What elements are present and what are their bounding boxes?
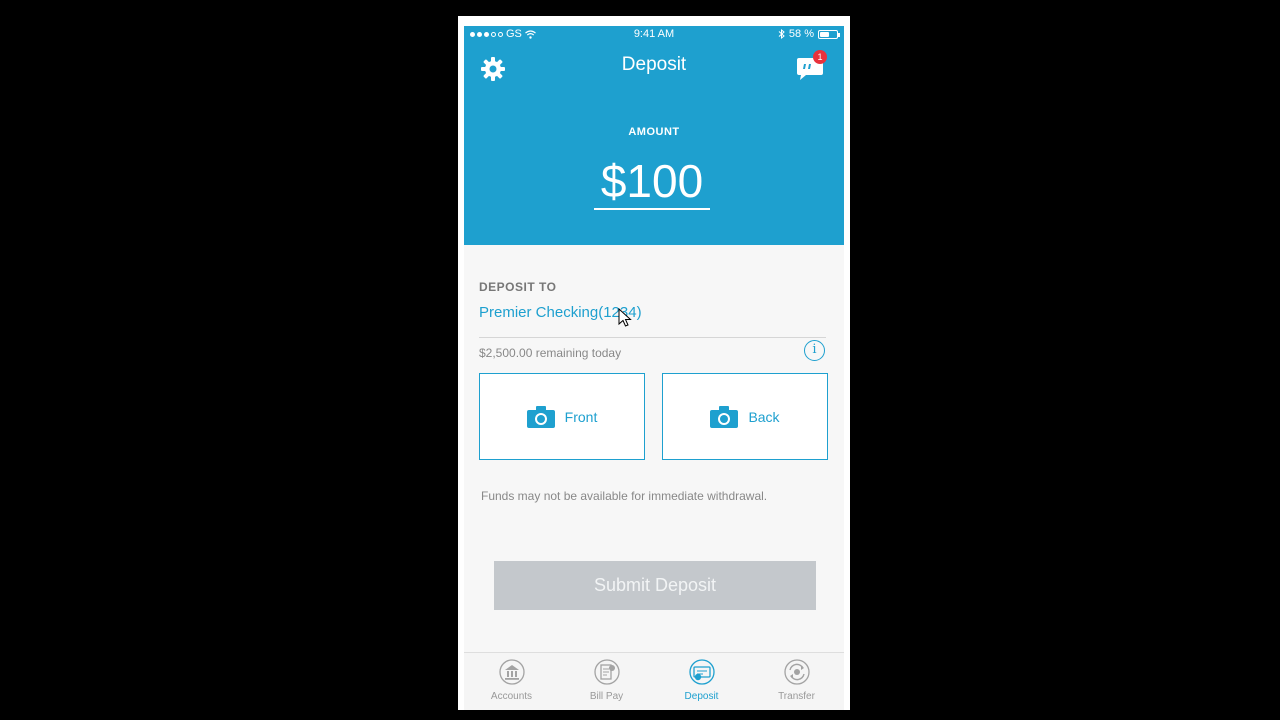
info-button[interactable]: i (804, 340, 825, 361)
messages-button[interactable]: 1 (795, 50, 827, 82)
bill-pay-icon (593, 659, 620, 685)
capture-front-button[interactable]: Front (479, 373, 645, 460)
amount-input[interactable]: $100 (594, 156, 710, 210)
account-selector[interactable]: Premier Checking(1234) (479, 304, 642, 321)
tab-label: Deposit (684, 691, 719, 702)
bank-icon (498, 659, 525, 685)
phone-frame: GS 9:41 AM 58 % Deposit 1 AMOUNT $100 DE… (458, 16, 850, 710)
info-icon: i (812, 342, 817, 357)
tab-deposit[interactable]: Deposit (654, 653, 749, 710)
status-bar: GS 9:41 AM 58 % (464, 26, 844, 44)
page-title: Deposit (621, 54, 687, 75)
camera-icon (710, 405, 739, 428)
deposit-to-label: DEPOSIT TO (479, 280, 557, 294)
bluetooth-icon (778, 29, 785, 39)
tab-label: Bill Pay (589, 691, 624, 702)
funds-availability-note: Funds may not be available for immediate… (481, 489, 768, 503)
remaining-limit-text: $2,500.00 remaining today (479, 346, 622, 360)
app-screen: GS 9:41 AM 58 % Deposit 1 AMOUNT $100 DE… (464, 26, 844, 710)
tab-accounts[interactable]: Accounts (464, 653, 559, 710)
tab-bar: Accounts Bill Pay Deposit Transfer (464, 652, 844, 710)
divider (479, 337, 826, 338)
battery-icon (818, 29, 840, 39)
transfer-icon (783, 659, 810, 685)
tab-bill-pay[interactable]: Bill Pay (559, 653, 654, 710)
camera-icon (526, 405, 555, 428)
capture-back-button[interactable]: Back (662, 373, 828, 460)
tab-label: Transfer (778, 691, 815, 702)
capture-front-label: Front (564, 408, 598, 425)
notification-badge: 1 (813, 50, 827, 64)
battery-percent: 58 % (788, 28, 814, 40)
status-right: 58 % (778, 28, 840, 40)
battery-level (820, 31, 830, 37)
submit-deposit-button[interactable]: Submit Deposit (494, 561, 816, 610)
tab-label: Accounts (490, 691, 533, 702)
capture-back-label: Back (748, 408, 780, 425)
amount-label: AMOUNT (628, 126, 680, 138)
tab-transfer[interactable]: Transfer (749, 653, 844, 710)
deposit-check-icon (688, 659, 715, 685)
deposit-header: GS 9:41 AM 58 % Deposit 1 AMOUNT $100 (464, 26, 844, 245)
